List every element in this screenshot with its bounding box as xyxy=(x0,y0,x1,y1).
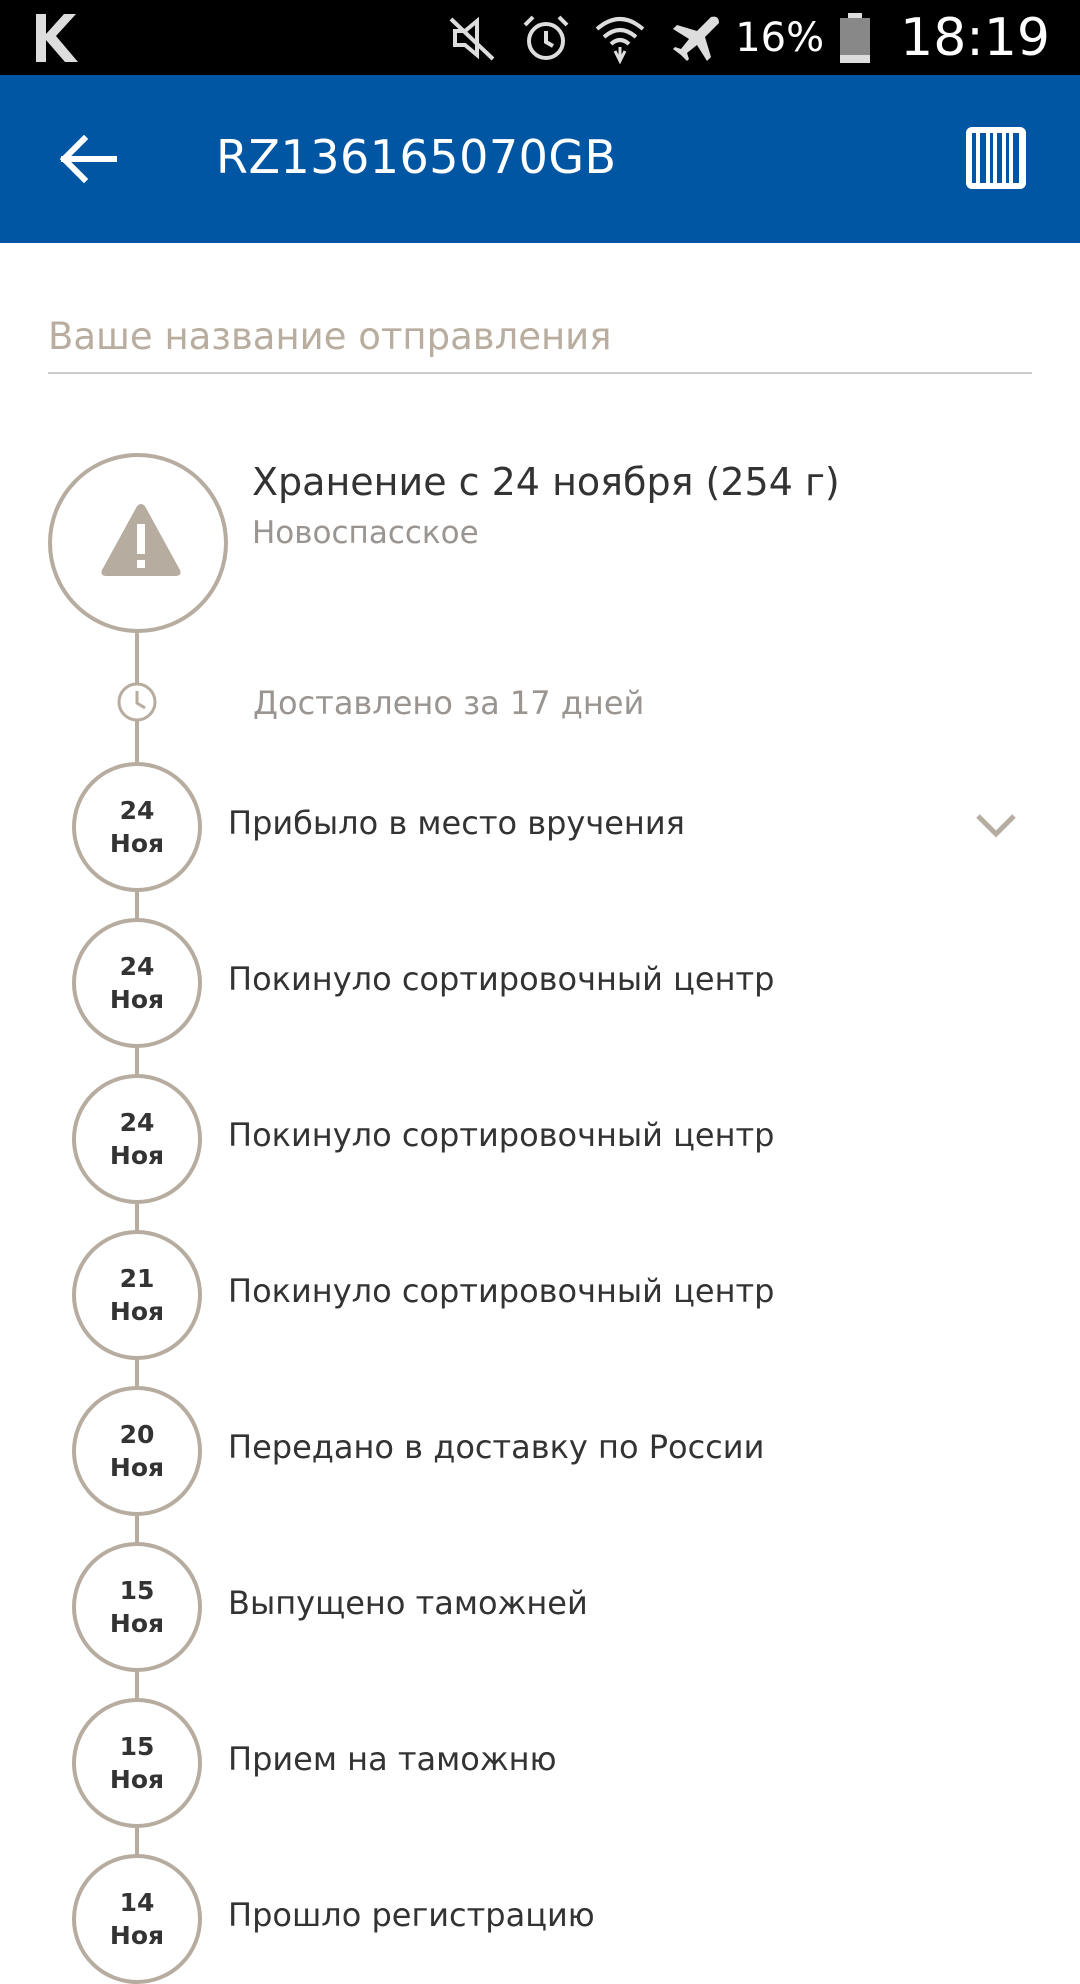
event-date: 21 Ноя xyxy=(72,1230,202,1360)
event-label: Выпущено таможней xyxy=(228,1584,588,1622)
status-icons: 16% 18:19 xyxy=(425,0,1050,75)
timeline-event: 15 Ноя Выпущено таможней xyxy=(0,1542,1080,1672)
timeline-event: 15 Ноя Прием на таможню xyxy=(0,1698,1080,1828)
back-arrow-icon[interactable] xyxy=(56,127,120,191)
shipment-name-input[interactable] xyxy=(48,300,1032,374)
status-bar: 16% 18:19 xyxy=(0,0,1080,75)
event-label: Прошло регистрацию xyxy=(228,1896,595,1934)
warning-icon xyxy=(101,504,181,576)
clock-time: 18:19 xyxy=(900,7,1050,68)
event-label: Покинуло сортировочный центр xyxy=(228,1116,775,1154)
event-label: Покинуло сортировочный центр xyxy=(228,1272,775,1310)
event-date: 15 Ноя xyxy=(72,1698,202,1828)
event-label: Прибыло в место вручения xyxy=(228,804,685,842)
chevron-down-icon[interactable] xyxy=(974,808,1018,842)
timeline-event: 20 Ноя Передано в доставку по России xyxy=(0,1386,1080,1516)
battery-percent: 16% xyxy=(735,14,825,61)
event-date: 24 Ноя xyxy=(72,918,202,1048)
delivered-duration: Доставлено за 17 дней xyxy=(253,684,645,722)
event-date: 24 Ноя xyxy=(72,762,202,892)
alarm-icon xyxy=(523,15,569,60)
wifi-icon xyxy=(595,16,645,64)
tracking-number-title: RZ136165070GB xyxy=(216,130,617,184)
event-label: Передано в доставку по России xyxy=(228,1428,765,1466)
timeline-event: 24 Ноя Покинуло сортировочный центр xyxy=(0,918,1080,1048)
timeline-event: 24 Ноя Покинуло сортировочный центр xyxy=(0,1074,1080,1204)
event-label: Прием на таможню xyxy=(228,1740,557,1778)
clock-icon xyxy=(117,682,157,722)
timeline-event: 14 Ноя Прошло регистрацию xyxy=(0,1854,1080,1984)
battery-icon xyxy=(840,12,871,63)
timeline-event[interactable]: 24 Ноя Прибыло в место вручения xyxy=(0,762,1080,892)
airplane-icon xyxy=(673,16,720,61)
barcode-icon[interactable] xyxy=(966,127,1026,189)
current-status-location: Новоспасское xyxy=(252,515,479,551)
status-circle xyxy=(48,453,228,633)
event-date: 24 Ноя xyxy=(72,1074,202,1204)
event-date: 14 Ноя xyxy=(72,1854,202,1984)
event-date: 15 Ноя xyxy=(72,1542,202,1672)
kaspersky-icon xyxy=(36,14,78,62)
event-label: Покинуло сортировочный центр xyxy=(228,960,775,998)
current-status-title: Хранение с 24 ноября (254 г) xyxy=(252,460,840,504)
event-date: 20 Ноя xyxy=(72,1386,202,1516)
timeline-event: 21 Ноя Покинуло сортировочный центр xyxy=(0,1230,1080,1360)
mute-icon xyxy=(449,16,495,60)
app-bar: RZ136165070GB xyxy=(0,75,1080,243)
